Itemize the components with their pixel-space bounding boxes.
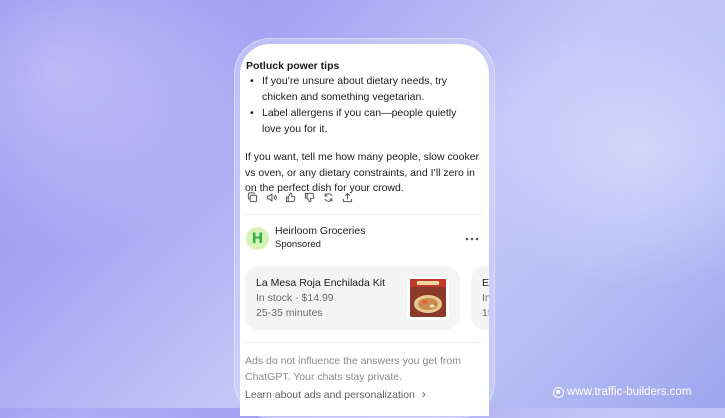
- product-title: La Mesa Roja Enchilada Kit: [256, 277, 385, 289]
- product-price: In stock - $14.99: [256, 292, 334, 304]
- divider: [245, 342, 483, 343]
- watermark-logo-icon: [553, 386, 564, 398]
- learn-about-ads-label: Learn about ads and personalization: [245, 389, 415, 401]
- delivery-time: 15: [482, 307, 489, 319]
- message-actions: [245, 190, 354, 204]
- sponsored-label: Sponsored: [275, 239, 321, 250]
- product-card[interactable]: En In 15: [471, 266, 489, 330]
- thumbs-down-icon[interactable]: [302, 190, 316, 204]
- product-title: En: [482, 277, 489, 289]
- brand-name[interactable]: Heirloom Groceries: [275, 225, 365, 237]
- tips-heading: Potluck power tips: [246, 60, 340, 72]
- tip-bullet: • If you’re unsure about dietary needs, …: [250, 74, 480, 105]
- tip-text: If you’re unsure about dietary needs, tr…: [262, 75, 448, 103]
- brand-logo: H: [246, 227, 269, 250]
- thumbs-up-icon[interactable]: [283, 190, 297, 204]
- product-image: [407, 276, 449, 320]
- share-icon[interactable]: [340, 190, 354, 204]
- chevron-right-icon: ›: [421, 387, 426, 401]
- brand-logo-letter: H: [251, 230, 264, 247]
- watermark-text: www.traffic-builders.com: [567, 386, 692, 398]
- copy-icon[interactable]: [245, 190, 259, 204]
- tip-bullet: • Label allergens if you can—people quie…: [250, 106, 480, 137]
- ads-disclaimer: Ads do not influence the answers you get…: [245, 355, 461, 383]
- speaker-icon[interactable]: [264, 190, 278, 204]
- product-price: In: [482, 292, 489, 304]
- bullet-dot: •: [250, 107, 254, 119]
- chat-screen: Potluck power tips • If you’re unsure ab…: [240, 44, 489, 416]
- divider: [245, 214, 483, 215]
- more-options-icon[interactable]: [464, 231, 480, 241]
- watermark: www.traffic-builders.com: [553, 386, 691, 398]
- bullet-dot: •: [250, 75, 254, 87]
- tip-text: Label allergens if you can—people quietl…: [262, 107, 457, 135]
- regenerate-icon[interactable]: [321, 190, 335, 204]
- learn-about-ads-link[interactable]: Learn about ads and personalization ›: [245, 387, 426, 401]
- delivery-time: 25-35 minutes: [256, 307, 323, 319]
- product-card[interactable]: La Mesa Roja Enchilada Kit In stock - $1…: [245, 266, 460, 330]
